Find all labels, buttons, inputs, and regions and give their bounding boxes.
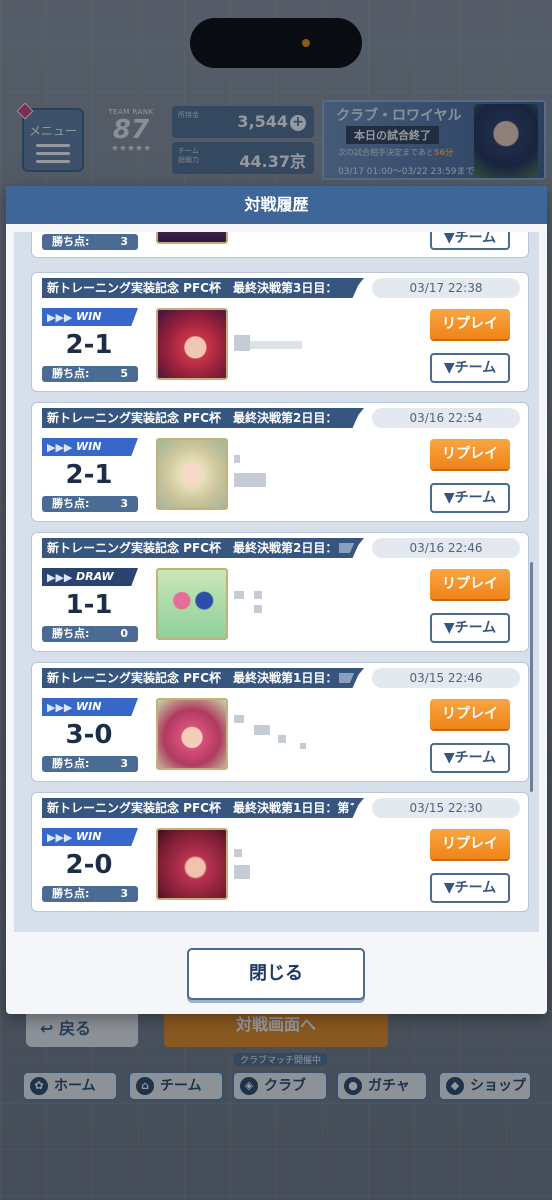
result-text: WIN xyxy=(76,700,102,713)
result-text: DRAW xyxy=(76,570,114,583)
points-box: 勝ち点: 3 xyxy=(42,886,138,902)
result-badge: ▶▶▶ WIN xyxy=(42,308,138,326)
match-title-text: 新トレーニング実装記念 PFC杯 最終決戦第2日目： xyxy=(47,541,338,555)
replay-button[interactable]: リプレイ xyxy=(430,699,510,729)
opponent-portrait xyxy=(156,568,228,640)
points-box: 勝ち点: 0 xyxy=(42,626,138,642)
match-card: 新トレーニング実装記念 PFC杯 最終決戦第3日目：戦 03/17 22:38 … xyxy=(31,272,529,392)
points-value: 3 xyxy=(120,757,128,770)
match-card: 新トレーニング実装記念 PFC杯 最終決戦第1日目：第1戦 03/15 22:3… xyxy=(31,792,529,912)
arrows-icon: ▶▶▶ xyxy=(47,571,73,584)
match-date: 03/17 22:38 xyxy=(372,278,520,298)
match-score: 2-1 xyxy=(65,330,113,360)
points-value: 3 xyxy=(120,887,128,900)
redacted-name xyxy=(254,725,270,735)
redacted-name xyxy=(250,341,302,349)
points-box: 勝ち点: 5 xyxy=(42,366,138,382)
match-title: 新トレーニング実装記念 PFC杯 最終決戦第1日目：第1戦 xyxy=(42,798,364,818)
opponent-portrait xyxy=(156,438,228,510)
points-label: 勝ち点: xyxy=(52,757,90,770)
match-title: 新トレーニング実装記念 PFC杯 最終決戦第3日目：戦 xyxy=(42,278,364,298)
team-button[interactable]: ▼チーム xyxy=(430,353,510,383)
redacted-name xyxy=(254,591,262,599)
match-title: 新トレーニング実装記念 PFC杯 最終決戦第1日目： xyxy=(42,668,364,688)
result-badge: ▶▶▶ WIN xyxy=(42,438,138,456)
arrows-icon: ▶▶▶ xyxy=(47,441,73,454)
points-value: 3 xyxy=(120,235,128,248)
redacted-name xyxy=(234,849,242,857)
match-title-text: 新トレーニング実装記念 PFC杯 最終決戦第2日目： xyxy=(47,411,338,425)
redacted-name xyxy=(234,865,250,879)
match-title-text: 新トレーニング実装記念 PFC杯 最終決戦第1日目： xyxy=(47,671,338,685)
points-value: 3 xyxy=(120,497,128,510)
list-scrollbar[interactable] xyxy=(530,562,533,792)
points-label: 勝ち点: xyxy=(52,235,90,248)
redacted-name xyxy=(234,455,240,463)
redacted-name xyxy=(234,335,250,351)
match-card: 新トレーニング実装記念 PFC杯 最終決戦第2日目： 03/16 22:54 ▶… xyxy=(31,402,529,522)
points-box: 勝ち点: 3 xyxy=(42,756,138,772)
result-badge: ▶▶▶ WIN xyxy=(42,698,138,716)
team-button[interactable]: ▼チーム xyxy=(430,743,510,773)
points-label: 勝ち点: xyxy=(52,367,90,380)
redacted-name xyxy=(300,743,306,749)
arrows-icon: ▶▶▶ xyxy=(47,701,73,714)
result-badge: ▶▶▶ DRAW xyxy=(42,568,138,586)
match-history-list[interactable]: 勝ち点: 3 ▼チーム 新トレーニング実装記念 PFC杯 最終決戦第3日目：戦 0… xyxy=(14,232,539,932)
match-date: 03/16 22:46 xyxy=(372,538,520,558)
arrows-icon: ▶▶▶ xyxy=(47,311,73,324)
points-value: 5 xyxy=(120,367,128,380)
result-text: WIN xyxy=(76,830,102,843)
team-button[interactable]: ▼チーム xyxy=(430,873,510,903)
replay-button[interactable]: リプレイ xyxy=(430,309,510,339)
match-score: 2-1 xyxy=(65,460,113,490)
points-box: 勝ち点: 3 xyxy=(42,496,138,512)
modal-title: 対戦履歴 xyxy=(6,186,547,224)
points-label: 勝ち点: xyxy=(52,627,90,640)
arrows-icon: ▶▶▶ xyxy=(47,831,73,844)
opponent-portrait xyxy=(156,828,228,900)
redacted-name xyxy=(234,473,266,487)
replay-button[interactable]: リプレイ xyxy=(430,569,510,599)
close-button[interactable]: 閉じる xyxy=(187,948,365,1000)
team-button[interactable]: ▼チーム xyxy=(430,232,510,250)
result-badge: ▶▶▶ WIN xyxy=(42,828,138,846)
match-title: 新トレーニング実装記念 PFC杯 最終決戦第2日目： xyxy=(42,408,364,428)
match-score: 1-1 xyxy=(65,590,113,620)
result-text: WIN xyxy=(76,310,102,323)
result-text: WIN xyxy=(76,440,102,453)
opponent-portrait xyxy=(156,698,228,770)
match-score: 3-0 xyxy=(65,720,113,750)
match-score: 2-0 xyxy=(65,850,113,880)
opponent-portrait xyxy=(156,308,228,380)
match-date: 03/15 22:30 xyxy=(372,798,520,818)
points-label: 勝ち点: xyxy=(52,887,90,900)
replay-button[interactable]: リプレイ xyxy=(430,829,510,859)
points-value: 0 xyxy=(120,627,128,640)
match-title-text: 新トレーニング実装記念 PFC杯 最終決戦第3日目： xyxy=(47,281,338,295)
redacted-name xyxy=(278,735,286,743)
match-card: 新トレーニング実装記念 PFC杯 最終決戦第1日目： 03/15 22:46 ▶… xyxy=(31,662,529,782)
match-date: 03/16 22:54 xyxy=(372,408,520,428)
match-history-modal: 対戦履歴 勝ち点: 3 ▼チーム 新トレーニング実装記念 PFC杯 最終決戦第3日… xyxy=(6,186,547,1014)
match-title: 新トレーニング実装記念 PFC杯 最終決戦第2日目： xyxy=(42,538,364,558)
points-label: 勝ち点: xyxy=(52,497,90,510)
points-box: 勝ち点: 3 xyxy=(42,234,138,250)
match-date: 03/15 22:46 xyxy=(372,668,520,688)
team-button[interactable]: ▼チーム xyxy=(430,483,510,513)
team-button[interactable]: ▼チーム xyxy=(430,613,510,643)
match-card: 新トレーニング実装記念 PFC杯 最終決戦第2日目： 03/16 22:46 ▶… xyxy=(31,532,529,652)
match-card-partial: 勝ち点: 3 ▼チーム xyxy=(31,232,529,258)
redacted-name xyxy=(234,715,244,723)
redacted-name xyxy=(234,591,244,599)
opponent-portrait xyxy=(156,232,228,244)
replay-button[interactable]: リプレイ xyxy=(430,439,510,469)
redacted-name xyxy=(254,605,262,613)
